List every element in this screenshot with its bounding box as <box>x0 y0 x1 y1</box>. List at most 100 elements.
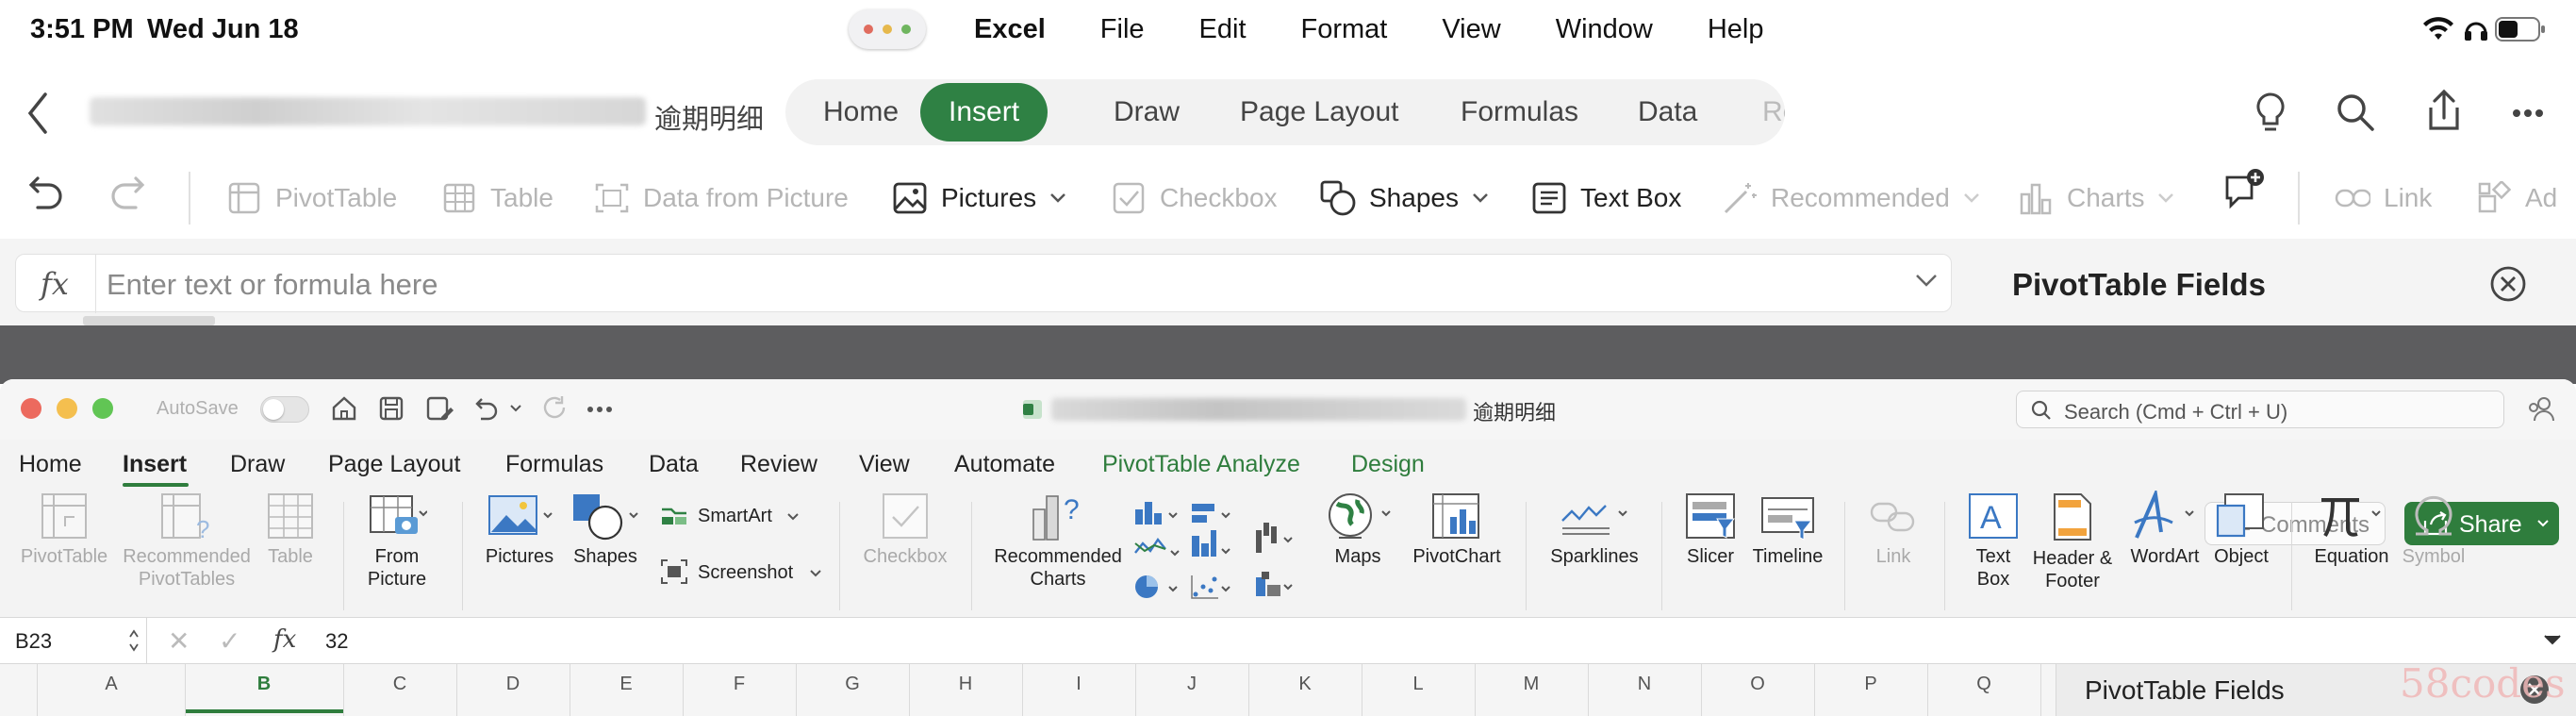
tab-page-layout[interactable]: Page Layout <box>1212 79 1427 145</box>
select-all-corner[interactable] <box>0 664 38 716</box>
home-icon[interactable] <box>330 394 358 423</box>
close-window-button[interactable] <box>21 398 41 419</box>
chevron-down-icon[interactable] <box>2542 633 2563 648</box>
column-header-i[interactable]: I <box>1022 674 1135 695</box>
save-icon[interactable] <box>377 394 405 423</box>
sparklines-button[interactable]: Sparklines <box>1539 491 1650 568</box>
chart-type-gallery[interactable] <box>1133 500 1303 609</box>
undo-icon[interactable] <box>26 175 64 217</box>
tab-data[interactable]: Data <box>1610 79 1726 145</box>
tab-review[interactable]: Revi <box>1734 79 1785 145</box>
redo-icon[interactable] <box>109 175 147 217</box>
stepper-icon[interactable] <box>128 627 140 654</box>
column-header-q[interactable]: Q <box>1927 674 2040 695</box>
search-icon[interactable] <box>2336 92 2375 132</box>
menu-app-excel[interactable]: Excel <box>974 14 1046 45</box>
column-header-k[interactable]: K <box>1248 674 1362 695</box>
tab-formulas[interactable]: Formulas <box>505 451 603 478</box>
pictures-button[interactable]: Pictures <box>892 179 1066 217</box>
close-icon[interactable] <box>2489 265 2527 303</box>
autosave-toggle[interactable] <box>260 396 309 423</box>
multitasking-dots[interactable] <box>849 9 926 49</box>
enter-icon[interactable]: ✓ <box>219 625 240 657</box>
column-header-c[interactable]: C <box>343 674 456 695</box>
charts-button[interactable]: Charts <box>2018 179 2174 217</box>
new-comment-icon[interactable] <box>2223 168 2267 215</box>
tab-insert[interactable]: Insert <box>920 83 1049 142</box>
redo-icon[interactable] <box>541 394 570 423</box>
menu-help[interactable]: Help <box>1708 14 1764 45</box>
tab-page-layout[interactable]: Page Layout <box>328 451 460 478</box>
from-picture-button[interactable]: From Picture <box>355 491 439 591</box>
share-icon[interactable] <box>2425 89 2463 132</box>
symbol-button[interactable]: Symbol <box>2395 491 2472 568</box>
column-header-m[interactable]: M <box>1475 674 1588 695</box>
more-icon[interactable] <box>2512 108 2544 118</box>
column-header-h[interactable]: H <box>909 674 1022 695</box>
undo-icon[interactable] <box>471 394 500 423</box>
timeline-button[interactable]: Timeline <box>1748 491 1827 568</box>
column-header-o[interactable]: O <box>1701 674 1814 695</box>
cancel-icon[interactable]: ✕ <box>168 625 190 657</box>
link-button[interactable]: Link <box>1856 491 1931 568</box>
lightbulb-icon[interactable] <box>2254 92 2287 135</box>
column-header-p[interactable]: P <box>1814 674 1927 695</box>
tab-home[interactable]: Home <box>795 79 927 145</box>
menu-edit[interactable]: Edit <box>1199 14 1247 45</box>
search-field[interactable]: Search (Cmd + Ctrl + U) <box>2016 391 2504 428</box>
tab-review[interactable]: Review <box>740 451 817 478</box>
name-box[interactable]: B23 <box>0 618 147 663</box>
table-button[interactable]: Table <box>441 179 553 217</box>
column-header-f[interactable]: F <box>683 674 796 695</box>
tab-draw[interactable]: Draw <box>230 451 285 478</box>
data-from-picture-button[interactable]: Data from Picture <box>594 179 849 217</box>
object-button[interactable]: Object <box>2203 491 2280 568</box>
people-icon[interactable] <box>2525 394 2557 425</box>
recommended-pivottables-button[interactable]: ? Recommended PivotTables <box>121 491 253 591</box>
pivottable-button[interactable]: PivotTable <box>226 179 397 217</box>
menu-format[interactable]: Format <box>1301 14 1388 45</box>
tab-home[interactable]: Home <box>19 451 82 478</box>
link-button[interactable]: Link <box>2335 179 2432 217</box>
tab-pivottable-analyze[interactable]: PivotTable Analyze <box>1102 451 1300 478</box>
equation-button[interactable]: Equation <box>2304 491 2399 568</box>
formula-value[interactable]: 32 <box>325 629 348 654</box>
checkbox-button[interactable]: Checkbox <box>852 491 958 568</box>
header-footer-button[interactable]: Header & Footer <box>2027 491 2118 592</box>
chevron-down-icon[interactable] <box>1915 274 1938 289</box>
column-header-a[interactable]: A <box>38 674 185 695</box>
maps-button[interactable]: Maps <box>1320 491 1395 568</box>
shapes-button[interactable]: Shapes <box>1320 179 1489 217</box>
column-header-g[interactable]: G <box>796 674 909 695</box>
tab-insert[interactable]: Insert <box>123 451 187 478</box>
menu-view[interactable]: View <box>1442 14 1500 45</box>
column-header-e[interactable]: E <box>570 674 683 695</box>
recommended-charts-button[interactable]: ? Recommended Charts <box>984 491 1131 591</box>
column-header-n[interactable]: N <box>1588 674 1701 695</box>
minimize-window-button[interactable] <box>57 398 77 419</box>
save-as-icon[interactable] <box>424 394 454 423</box>
pivottable-button[interactable]: PivotTable <box>17 491 111 568</box>
wordart-button[interactable]: WordArt <box>2120 491 2210 568</box>
column-header-j[interactable]: J <box>1135 674 1248 695</box>
column-header-d[interactable]: D <box>456 674 570 695</box>
chevron-down-icon[interactable] <box>509 404 522 413</box>
tab-formulas[interactable]: Formulas <box>1432 79 1607 145</box>
add-ins-button[interactable]: Ad <box>2476 179 2557 217</box>
text-box-button[interactable]: Text Box <box>1531 179 1681 217</box>
pictures-button[interactable]: Pictures <box>473 491 566 568</box>
tab-draw[interactable]: Draw <box>1085 79 1208 145</box>
text-box-button[interactable]: A Text Box <box>1956 491 2031 591</box>
ipad-formula-input[interactable]: fx Enter text or formula here <box>15 254 1952 313</box>
tab-data[interactable]: Data <box>649 451 699 478</box>
pivotchart-button[interactable]: PivotChart <box>1405 491 1509 568</box>
back-chevron-icon[interactable] <box>26 92 49 134</box>
column-header-l[interactable]: L <box>1362 674 1475 695</box>
tab-design[interactable]: Design <box>1351 451 1425 478</box>
tab-automate[interactable]: Automate <box>954 451 1055 478</box>
insert-function-icon[interactable]: fx <box>273 625 296 654</box>
menu-file[interactable]: File <box>1100 14 1145 45</box>
checkbox-button[interactable]: Checkbox <box>1111 179 1278 217</box>
shapes-button[interactable]: Shapes <box>566 491 645 568</box>
slicer-button[interactable]: Slicer <box>1675 491 1746 568</box>
